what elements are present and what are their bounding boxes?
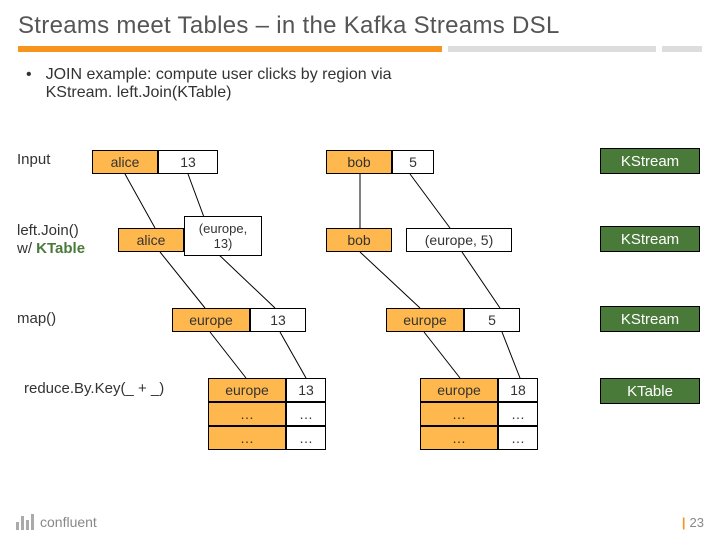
cell-r1-l0: … bbox=[208, 402, 286, 426]
badge-leftjoin: KStream bbox=[600, 226, 700, 252]
page-number: |23 bbox=[682, 515, 704, 530]
label-leftjoin-2: w/ KTable bbox=[17, 240, 85, 257]
logo-icon bbox=[16, 514, 34, 530]
cell-r0-l1: 13 bbox=[286, 378, 326, 402]
badge-reduce: KTable bbox=[600, 378, 700, 404]
cell-map-5: 5 bbox=[464, 308, 520, 332]
footer: confluent |23 bbox=[0, 504, 720, 540]
label-reduce: reduce.By.Key(_ + _) bbox=[24, 380, 164, 397]
cell-input-alice: alice bbox=[92, 150, 158, 174]
cell-r1-l1: … bbox=[286, 402, 326, 426]
bullet-dot: • bbox=[26, 66, 32, 102]
cell-lj-e5: (europe, 5) bbox=[406, 228, 512, 252]
title-underline bbox=[18, 46, 702, 52]
cell-r0-l0: europe bbox=[208, 378, 286, 402]
cell-input-5: 5 bbox=[392, 150, 434, 174]
badge-map: KStream bbox=[600, 306, 700, 332]
cell-lj-bob: bob bbox=[326, 228, 392, 252]
bullet-line-1: JOIN example: compute user clicks by reg… bbox=[46, 66, 392, 84]
cell-r2-r0: … bbox=[420, 426, 498, 450]
bullet-item: • JOIN example: compute user clicks by r… bbox=[0, 52, 720, 106]
cell-lj-alice: alice bbox=[118, 228, 184, 252]
slide-title: Streams meet Tables – in the Kafka Strea… bbox=[0, 0, 720, 46]
cell-map-13: 13 bbox=[250, 308, 306, 332]
cell-r0-r1: 18 bbox=[498, 378, 538, 402]
bullet-line-2: KStream. left.Join(KTable) bbox=[46, 84, 392, 102]
brand-text: confluent bbox=[40, 514, 97, 530]
cell-r2-l0: … bbox=[208, 426, 286, 450]
cell-r1-r1: … bbox=[498, 402, 538, 426]
cell-r2-r1: … bbox=[498, 426, 538, 450]
cell-r2-l1: … bbox=[286, 426, 326, 450]
label-leftjoin-1: left.Join() bbox=[17, 222, 79, 239]
logo: confluent bbox=[16, 514, 97, 530]
label-input: Input bbox=[17, 151, 50, 168]
cell-map-e1: europe bbox=[172, 308, 250, 332]
cell-lj-e13: (europe, 13) bbox=[184, 216, 262, 256]
cell-input-bob: bob bbox=[326, 150, 392, 174]
label-map: map() bbox=[17, 310, 56, 327]
cell-r1-r0: … bbox=[420, 402, 498, 426]
cell-map-e2: europe bbox=[386, 308, 464, 332]
cell-input-13: 13 bbox=[158, 150, 218, 174]
badge-input: KStream bbox=[600, 148, 700, 174]
cell-r0-r0: europe bbox=[420, 378, 498, 402]
